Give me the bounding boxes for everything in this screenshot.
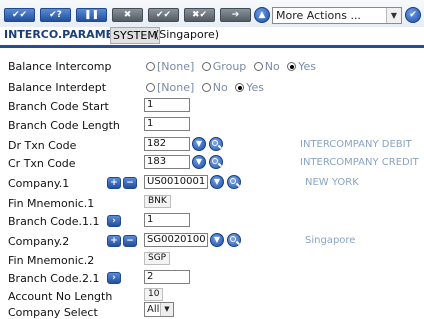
dr-txn-code-label: Dr Txn Code: [8, 139, 77, 152]
toolbar: ✔✔ ✔? ❚❚ ✖ ✔✔ ✖✔ ➔ ▲ More Actions ... ▼ …: [0, 0, 424, 30]
delete-button[interactable]: ✖: [112, 8, 143, 22]
branch-code-start-input[interactable]: 1: [144, 98, 190, 112]
next-button[interactable]: ➔: [220, 8, 251, 22]
header-divider: [0, 45, 424, 48]
dr-txn-code-description: INTERCOMPANY DEBIT: [300, 139, 412, 150]
branch-code-1-1-label: Branch Code.1.1: [8, 215, 100, 228]
remove-row-icon[interactable]: −: [123, 235, 137, 247]
reverse-button[interactable]: ✖✔: [184, 8, 215, 22]
radio-label: No: [212, 81, 228, 94]
branch-code-2-1-input[interactable]: 2: [144, 270, 190, 284]
radio-label: No: [264, 60, 280, 73]
fin-mnemonic-1-label: Fin Mnemonic.1: [8, 197, 95, 210]
fin-mnemonic-1-value: BNK: [144, 195, 171, 208]
account-no-length-label: Account No Length: [8, 290, 113, 303]
radio-label: [None]: [157, 81, 195, 94]
radio-none[interactable]: [146, 62, 155, 71]
up-arrow-icon[interactable]: ▲: [254, 7, 270, 23]
radio-label: [None]: [157, 60, 195, 73]
add-row-icon[interactable]: +: [107, 177, 121, 189]
chevron-down-icon: ▼: [386, 8, 401, 23]
balance-intercomp-label: Balance Intercomp: [8, 60, 112, 73]
company-select-value: All: [147, 304, 160, 315]
expand-arrow-icon[interactable]: ›: [107, 272, 121, 284]
branch-code-2-1-label: Branch Code.2.1: [8, 272, 100, 285]
radio-no[interactable]: [253, 62, 263, 71]
dropdown-icon[interactable]: ▼: [192, 137, 206, 151]
radio-label: Yes: [246, 81, 265, 94]
company-2-label: Company.2: [8, 235, 70, 248]
branch-code-1-1-input[interactable]: 1: [144, 213, 190, 227]
radio-label: Yes: [298, 60, 317, 73]
go-button[interactable]: ✔: [405, 7, 421, 23]
account-no-length-value: 10: [144, 288, 164, 301]
remove-row-icon[interactable]: −: [123, 177, 137, 189]
balance-interdept-label: Balance Interdept: [8, 81, 107, 94]
record-id: SYSTEM: [110, 27, 160, 44]
dropdown-icon[interactable]: ▼: [210, 175, 224, 189]
company-1-input[interactable]: US0010001: [144, 175, 208, 189]
more-actions-select[interactable]: More Actions ... ▼: [272, 7, 402, 24]
more-actions-label: More Actions ...: [276, 9, 361, 22]
fin-mnemonic-2-label: Fin Mnemonic.2: [8, 254, 95, 267]
search-icon[interactable]: [227, 175, 241, 189]
balance-interdept-radios: [None] No Yes: [146, 81, 268, 94]
cr-txn-code-input[interactable]: 183: [144, 155, 190, 169]
title-bar: INTERCO.PARAMETER SYSTEM (Singapore): [0, 27, 424, 44]
search-icon[interactable]: [209, 155, 223, 169]
company-1-description: NEW YORK: [305, 177, 359, 188]
expand-arrow-icon[interactable]: ›: [107, 215, 121, 227]
validate-button[interactable]: ✔?: [40, 8, 71, 22]
search-icon[interactable]: [209, 137, 223, 151]
chevron-down-icon: ▼: [160, 303, 173, 316]
company-name: (Singapore): [155, 28, 220, 41]
hold-button[interactable]: ❚❚: [76, 8, 107, 22]
search-icon[interactable]: [227, 233, 241, 247]
radio-yes[interactable]: [287, 62, 297, 71]
fin-mnemonic-2-value: SGP: [144, 252, 171, 265]
radio-no[interactable]: [201, 83, 211, 92]
radio-none[interactable]: [146, 83, 155, 92]
cr-txn-code-label: Cr Txn Code: [8, 157, 76, 170]
company-2-input[interactable]: SG0020100: [144, 233, 208, 247]
branch-code-length-input[interactable]: 1: [144, 117, 190, 131]
balance-intercomp-radios: [None] Group No Yes: [146, 60, 320, 73]
company-select-dropdown[interactable]: All ▼: [144, 302, 174, 317]
company-1-label: Company.1: [8, 177, 70, 190]
company-select-label: Company Select: [8, 306, 98, 319]
dropdown-icon[interactable]: ▼: [192, 155, 206, 169]
radio-group[interactable]: [201, 62, 211, 71]
radio-yes[interactable]: [235, 83, 245, 92]
dr-txn-code-input[interactable]: 182: [144, 137, 190, 151]
commit-button[interactable]: ✔✔: [4, 8, 35, 22]
company-2-description: Singapore: [305, 235, 356, 246]
cr-txn-code-description: INTERCOMPANY CREDIT: [300, 157, 419, 168]
authorise-button[interactable]: ✔✔: [148, 8, 179, 22]
radio-label: Group: [212, 60, 247, 73]
branch-code-length-label: Branch Code Length: [8, 119, 120, 132]
dropdown-icon[interactable]: ▼: [210, 233, 224, 247]
add-row-icon[interactable]: +: [107, 235, 121, 247]
branch-code-start-label: Branch Code Start: [8, 100, 109, 113]
